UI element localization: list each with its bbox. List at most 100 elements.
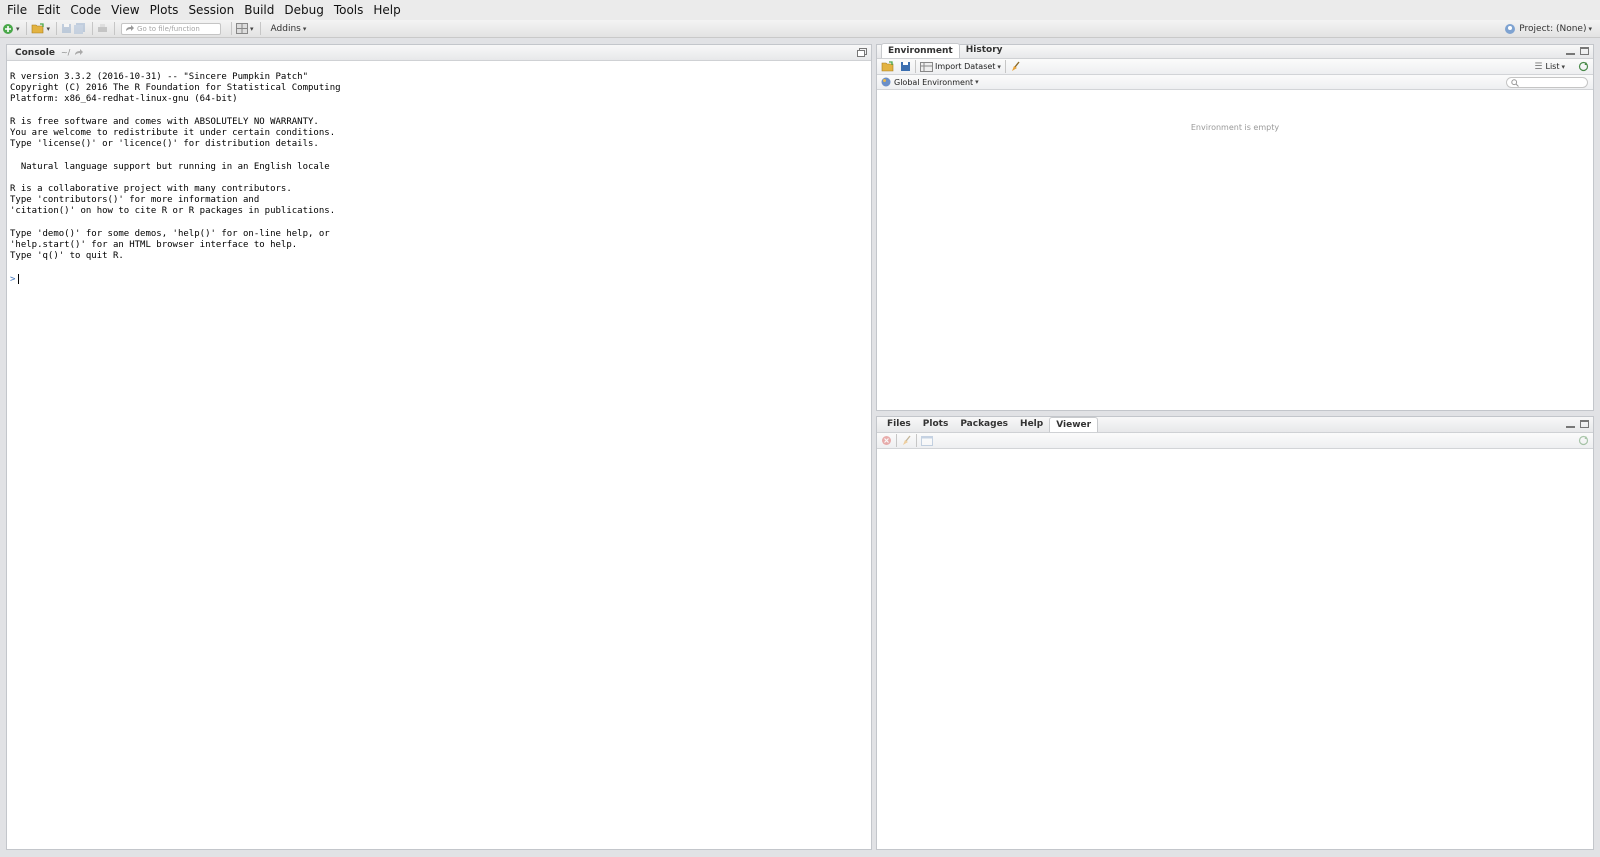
console-line: R is a collaborative project with many c… (10, 184, 292, 195)
stop-icon[interactable] (881, 435, 892, 446)
go-to-file-placeholder: Go to file/function (137, 24, 200, 33)
open-folder-icon (31, 23, 44, 34)
project-icon (1505, 24, 1516, 34)
print-icon (98, 24, 108, 32)
minimize-icon[interactable] (1566, 52, 1575, 55)
toolbar-divider (1004, 60, 1006, 73)
menu-edit[interactable]: Edit (32, 0, 65, 20)
chevron-down-icon: ▾ (302, 24, 307, 33)
go-to-directory-icon[interactable] (74, 48, 84, 57)
environment-pane: Environment History Import Dataset ▾ ☰ L… (876, 43, 1594, 411)
broom-icon[interactable] (901, 435, 912, 446)
console-path: ~/ (60, 48, 71, 57)
tab-plots[interactable]: Plots (917, 417, 955, 432)
console-prompt: > (10, 274, 16, 285)
chevron-down-icon: ▾ (997, 62, 1001, 71)
menu-session[interactable]: Session (183, 0, 239, 20)
console-output[interactable]: R version 3.3.2 (2016-10-31) -- "Sincere… (10, 72, 341, 285)
view-mode-label: List (1545, 62, 1560, 71)
text-cursor (18, 273, 20, 284)
broom-icon[interactable] (1010, 61, 1021, 72)
toolbar-divider (92, 22, 94, 35)
chevron-down-icon: ▾ (975, 78, 979, 86)
toolbar-divider (259, 22, 261, 35)
refresh-icon[interactable] (1578, 61, 1589, 72)
menu-tools[interactable]: Tools (329, 0, 369, 20)
global-environment-selector[interactable]: Global Environment ▾ (881, 77, 979, 87)
console-line: Natural language support but running in … (10, 161, 330, 172)
refresh-icon[interactable] (1578, 435, 1589, 446)
save-button[interactable] (61, 21, 72, 37)
tab-packages[interactable]: Packages (954, 417, 1014, 432)
import-dataset-button[interactable]: Import Dataset ▾ (920, 61, 1001, 72)
tab-history[interactable]: History (960, 43, 1009, 58)
restore-pane-icon[interactable] (857, 48, 867, 57)
console-line: 'help.start()' for an HTML browser inter… (10, 240, 298, 251)
arrow-right-icon (126, 24, 135, 31)
chevron-down-icon: ▾ (1588, 25, 1592, 33)
menu-debug[interactable]: Debug (279, 0, 328, 20)
chevron-down-icon: ▾ (250, 24, 254, 33)
save-workspace-icon[interactable] (900, 61, 911, 72)
search-icon (1511, 79, 1519, 87)
toolbar-divider (916, 434, 917, 447)
console-line: Type 'contributors()' for more informati… (10, 195, 260, 206)
toolbar-divider (231, 22, 233, 35)
console-line: R is free software and comes with ABSOLU… (10, 116, 319, 127)
menu-view[interactable]: View (106, 0, 144, 20)
environment-toolbar: Import Dataset ▾ ☰ List ▾ (877, 59, 1593, 75)
environment-scope-bar: Global Environment ▾ (877, 75, 1593, 90)
load-workspace-icon[interactable] (881, 61, 894, 72)
console-line: Type 'q()' to quit R. (10, 251, 124, 262)
grid-icon (236, 23, 249, 34)
new-file-button[interactable]: ▾ (2, 21, 20, 37)
console-prompt-line[interactable]: > (10, 273, 341, 286)
toolbar-divider (915, 60, 916, 73)
workspace-panes-button[interactable]: ▾ (236, 21, 254, 37)
import-dataset-label: Import Dataset (935, 62, 996, 71)
scope-label: Global Environment (894, 77, 974, 87)
go-to-file-input[interactable]: Go to file/function (121, 22, 222, 35)
r-environment-icon (881, 77, 891, 87)
tab-files[interactable]: Files (881, 417, 917, 432)
environment-search-input[interactable] (1506, 77, 1588, 88)
addins-label: Addins (270, 23, 301, 34)
show-in-window-icon[interactable] (921, 435, 933, 446)
main-toolbar: ▾ ▾ Go to file/function ▾ Addins ▾ Proje… (0, 20, 1600, 38)
print-button[interactable] (97, 21, 108, 37)
menu-code[interactable]: Code (65, 0, 106, 20)
tab-environment[interactable]: Environment (881, 43, 960, 58)
project-label: Project: (None) (1519, 24, 1587, 34)
chevron-down-icon: ▾ (16, 24, 20, 33)
tab-help[interactable]: Help (1014, 417, 1049, 432)
console-line: Type 'demo()' for some demos, 'help()' f… (10, 228, 330, 239)
addins-button[interactable]: Addins ▾ (271, 24, 307, 34)
project-menu-button[interactable]: Project: (None) ▾ (1504, 21, 1592, 37)
console-line: R version 3.3.2 (2016-10-31) -- "Sincere… (10, 72, 309, 82)
files-pane: Files Plots Packages Help Viewer (876, 416, 1594, 850)
maximize-icon[interactable] (1580, 420, 1589, 428)
menu-plots[interactable]: Plots (145, 0, 184, 20)
files-tabs: Files Plots Packages Help Viewer (877, 417, 1593, 433)
maximize-icon[interactable] (1580, 47, 1589, 55)
environment-empty-message: Environment is empty (1190, 123, 1280, 132)
console-tab[interactable]: Console (15, 48, 55, 58)
menu-help[interactable]: Help (368, 0, 405, 20)
minimize-icon[interactable] (1566, 425, 1575, 428)
menu-build[interactable]: Build (239, 0, 279, 20)
tab-viewer[interactable]: Viewer (1049, 417, 1099, 432)
viewer-toolbar (877, 433, 1593, 449)
save-all-button[interactable] (74, 21, 86, 37)
menu-file[interactable]: File (2, 0, 32, 20)
view-mode-button[interactable]: ☰ List ▾ (1534, 62, 1565, 72)
console-line: 'citation()' on how to cite R or R packa… (10, 206, 336, 217)
open-file-button[interactable]: ▾ (31, 21, 50, 37)
chevron-down-icon: ▾ (1561, 62, 1565, 71)
console-line: Platform: x86_64-redhat-linux-gnu (64-bi… (10, 94, 238, 105)
import-dataset-icon (920, 61, 933, 72)
console-line: Type 'license()' or 'licence()' for dist… (10, 139, 319, 150)
